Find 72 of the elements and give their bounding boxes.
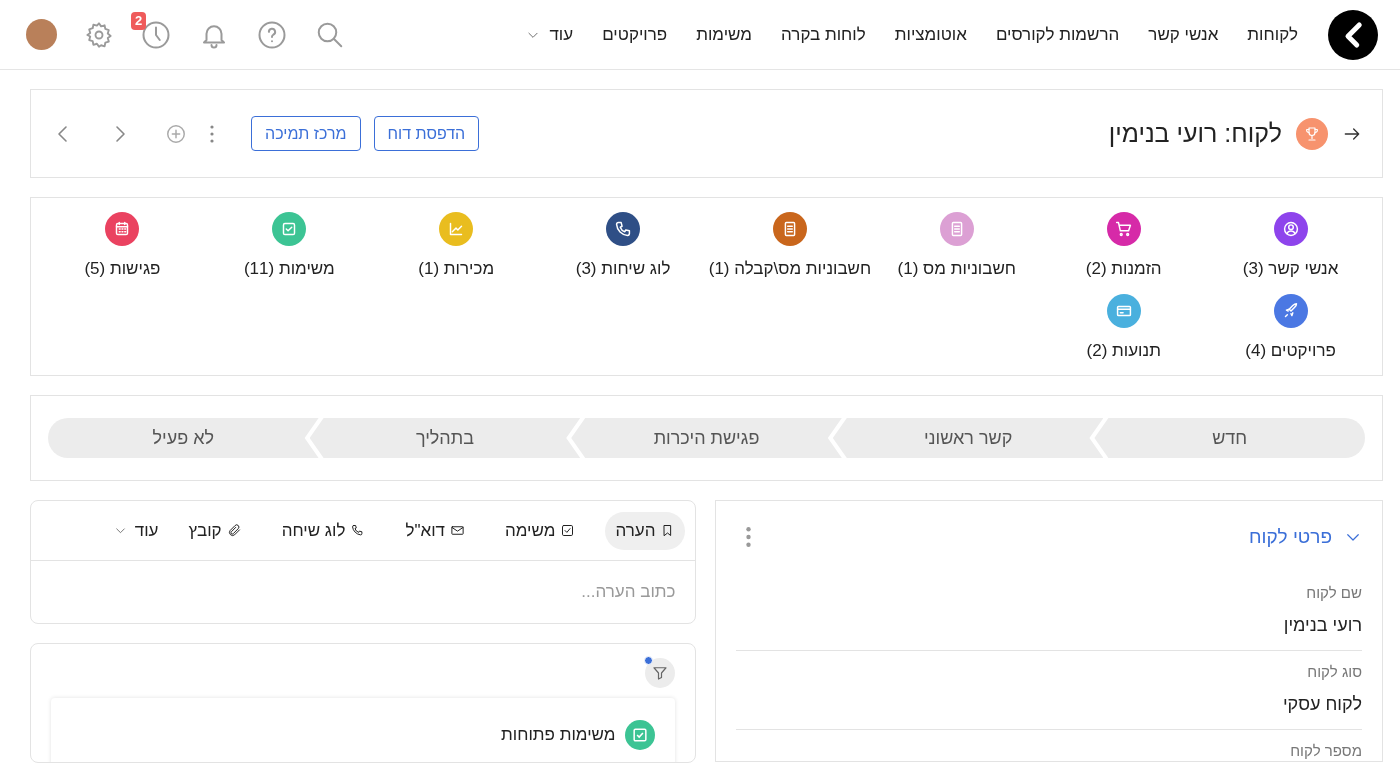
pipeline-stage[interactable]: פגישת היכרות — [571, 418, 842, 458]
checkbox-icon — [560, 523, 576, 538]
related-link[interactable]: הזמנות (2) — [1085, 256, 1162, 282]
more-options-button[interactable] — [210, 124, 214, 143]
nav-link[interactable]: לוחות בקרה — [781, 21, 866, 48]
kebab-menu-icon — [746, 527, 752, 548]
calendar-icon[interactable] — [105, 212, 140, 246]
envelope-icon — [450, 523, 465, 538]
history-button[interactable] — [141, 19, 171, 50]
more-menu[interactable]: עוד — [113, 517, 159, 544]
related-link[interactable]: מכירות (1) — [418, 256, 495, 282]
cart-icon[interactable] — [1106, 212, 1141, 246]
nav-link[interactable]: לקוחות — [1247, 21, 1298, 48]
related-link[interactable]: פגישות (5) — [84, 256, 161, 282]
pipeline-stage[interactable]: בתהליך — [309, 418, 581, 458]
nav-link[interactable]: אנשי קשר — [1148, 21, 1219, 48]
gear-icon — [85, 20, 113, 49]
add-button[interactable] — [165, 122, 187, 145]
composer-tab[interactable]: הערה — [605, 511, 686, 550]
notification-count: 2 — [131, 11, 147, 30]
field-value: רועי בנימין — [1282, 613, 1362, 636]
action-button[interactable]: הדפסת דוח — [373, 116, 480, 151]
composer-tab[interactable]: קובץ — [178, 511, 252, 550]
pipeline-stage[interactable]: קשר ראשוני — [832, 418, 1104, 458]
section-title: משימות פתוחות — [501, 724, 616, 747]
kebab-menu-icon — [210, 124, 214, 143]
composer-tab[interactable]: לוג שיחה — [271, 511, 376, 550]
clock-icon — [141, 19, 171, 50]
help-button[interactable] — [257, 19, 287, 50]
field-label: סוג לקוח — [1306, 662, 1362, 681]
card-icon[interactable] — [1106, 293, 1141, 328]
phone-icon — [350, 523, 366, 538]
field-label: שם לקוח — [1305, 583, 1362, 602]
related-link[interactable]: משימות (11) — [243, 256, 335, 282]
user-avatar[interactable] — [26, 19, 57, 50]
nav-link[interactable]: אוטומציות — [894, 21, 967, 48]
section-toggle[interactable]: פרטי לקוח — [1249, 523, 1362, 552]
settings-button[interactable] — [85, 20, 113, 49]
related-link[interactable]: חשבוניות מס (1) — [897, 256, 1017, 282]
related-link[interactable]: פרויקטים (4) — [1245, 337, 1336, 363]
phone-icon[interactable] — [606, 212, 641, 246]
more-options-button[interactable] — [746, 527, 752, 548]
document-icon[interactable] — [939, 212, 974, 246]
nav-link[interactable]: משימות — [696, 21, 753, 48]
related-link[interactable]: תנועות (2) — [1086, 337, 1161, 363]
checkbox-icon[interactable] — [272, 212, 307, 246]
document-icon[interactable] — [772, 212, 807, 246]
filter-icon — [651, 664, 670, 682]
plus-circle-icon — [165, 122, 187, 145]
note-input[interactable]: כתוב הערה... — [31, 561, 696, 623]
trophy-glyph-icon — [1303, 124, 1321, 143]
rocket-icon[interactable] — [1273, 293, 1308, 328]
pipeline-stage[interactable]: לא פעיל — [48, 418, 319, 458]
related-link[interactable]: אנשי קשר (3) — [1242, 256, 1339, 282]
filter-button[interactable] — [645, 658, 676, 688]
related-link[interactable]: לוג שיחות (3) — [575, 256, 671, 282]
field-value: לקוח עסקי — [1281, 692, 1362, 715]
related-link[interactable]: חשבוניות מס\קבלה (1) — [708, 256, 872, 282]
nav-link[interactable]: פרויקטים — [602, 21, 668, 48]
pipeline-stage[interactable]: חדש — [1094, 418, 1365, 458]
more-menu[interactable]: עוד — [526, 21, 574, 48]
nav-link[interactable]: הרשמות לקורסים — [995, 21, 1120, 48]
paperclip-icon — [226, 523, 242, 538]
app-logo[interactable] — [1328, 9, 1378, 60]
record-title: לקוח: רועי בנימין — [1108, 117, 1282, 149]
help-icon — [257, 19, 287, 50]
action-button[interactable]: מרכז תמיכה — [251, 116, 361, 151]
composer-tab[interactable]: משימה — [495, 511, 586, 550]
field-label: מספר לקוח — [1289, 741, 1362, 760]
composer-tab[interactable]: דוא"ל — [395, 511, 475, 550]
note-composer[interactable]: הערה משימה דוא"ל לוג שיחה קובץ עוד כתוב הערה... — [30, 500, 697, 624]
checkbox-icon — [625, 720, 656, 750]
